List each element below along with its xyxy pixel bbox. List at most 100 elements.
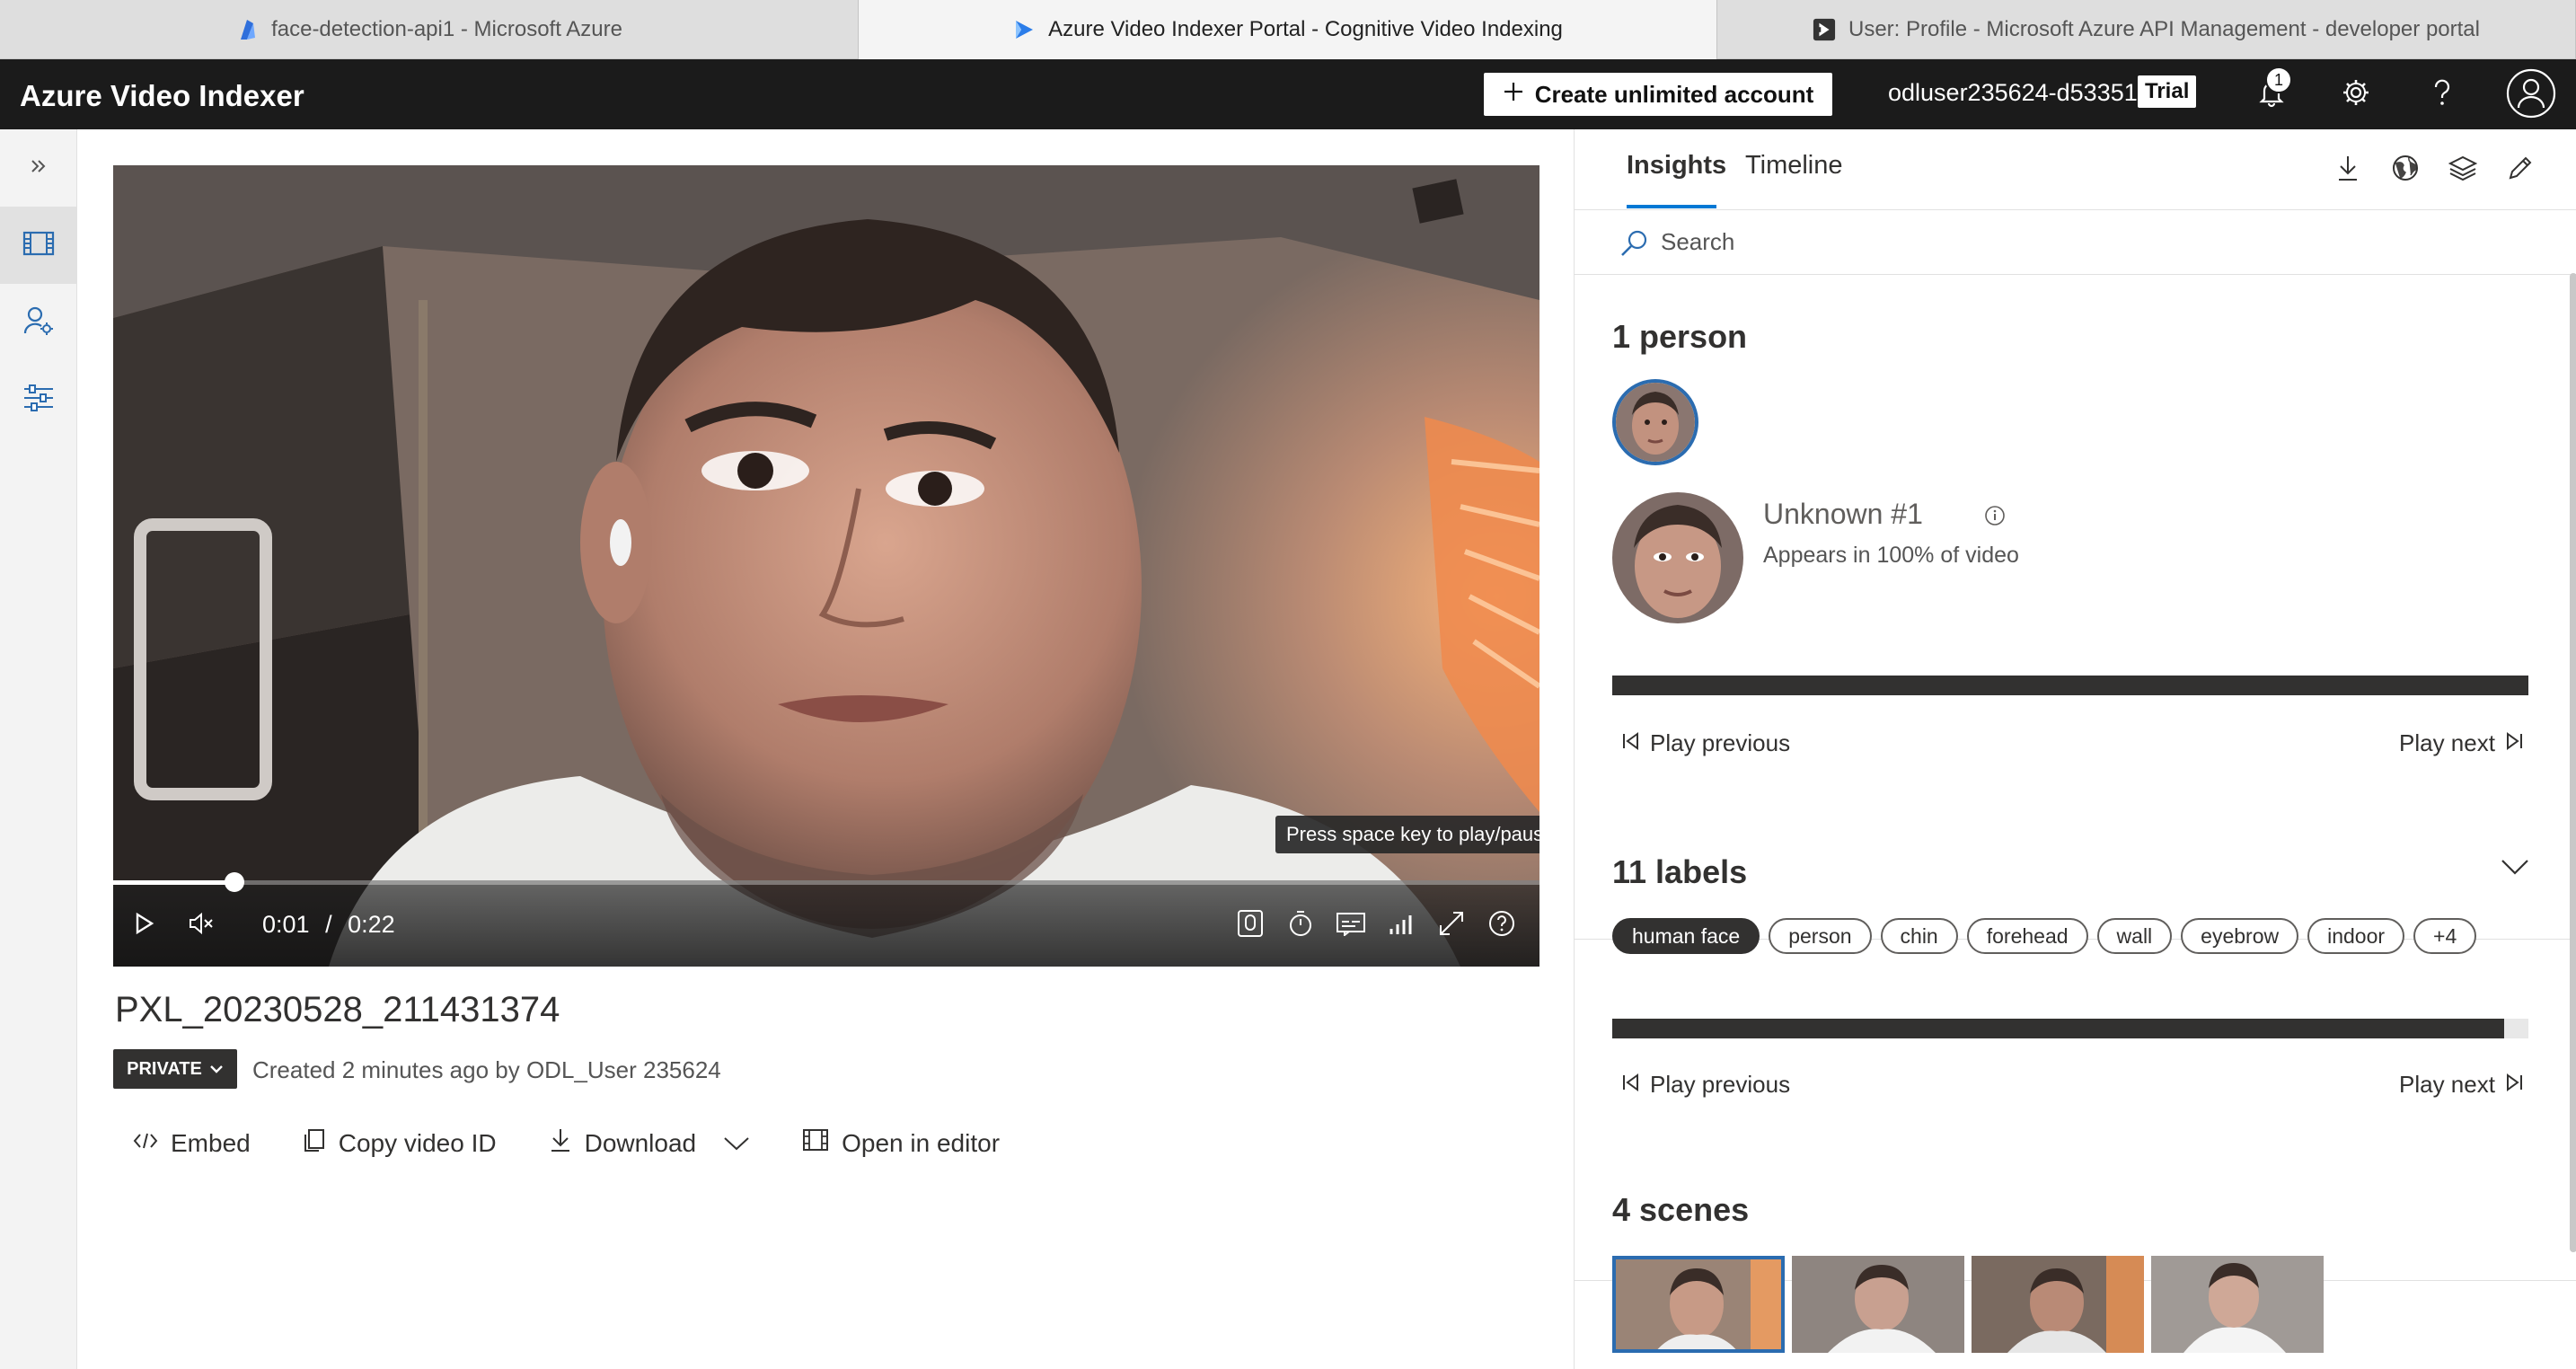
stopwatch-icon — [1287, 909, 1314, 942]
create-unlimited-account-button[interactable]: Create unlimited account — [1484, 73, 1832, 116]
person-thumbnail-selected[interactable] — [1612, 379, 1698, 465]
create-account-label: Create unlimited account — [1534, 80, 1814, 108]
created-info: Created 2 minutes ago by ODL_User 235624 — [252, 1056, 721, 1083]
labels-timeline-bar[interactable] — [1612, 1019, 2528, 1038]
layers-icon — [2448, 155, 2478, 186]
nav-model-customization[interactable] — [0, 284, 77, 361]
labels-timeline-fill — [1612, 1019, 2505, 1038]
expand-nav-button[interactable] — [0, 129, 77, 207]
search-placeholder: Search — [1661, 228, 1735, 255]
scene-thumbnail[interactable] — [1612, 1256, 1785, 1353]
scene-thumbnail[interactable] — [2151, 1256, 2324, 1353]
app-title[interactable]: Azure Video Indexer — [20, 79, 304, 113]
privacy-dropdown[interactable]: PRIVATE — [113, 1049, 237, 1089]
profile-button[interactable] — [2506, 68, 2556, 120]
sliders-icon — [22, 384, 55, 417]
video-player[interactable]: Press space key to play/pause the video … — [113, 165, 1539, 967]
skip-forward-icon — [2504, 1071, 2524, 1099]
insights-scrollbar[interactable] — [2570, 273, 2576, 1252]
chevron-down-icon — [209, 1059, 224, 1080]
download-icon — [2336, 154, 2360, 187]
video-progress-fill — [113, 880, 234, 885]
scene-thumbnail[interactable] — [1972, 1256, 2144, 1353]
settings-button[interactable] — [2337, 75, 2375, 113]
video-actions: Embed Copy video ID Download Open in edi… — [133, 1126, 1052, 1160]
fullscreen-button[interactable] — [1434, 907, 1469, 943]
video-progress-handle[interactable] — [224, 872, 244, 892]
person-play-next-button[interactable]: Play next — [2399, 729, 2524, 757]
tab-insights[interactable]: Insights — [1627, 151, 1726, 181]
time-separator: / — [325, 911, 332, 938]
globe-icon — [2391, 154, 2420, 187]
download-dropdown[interactable]: Download — [549, 1126, 751, 1160]
label-pill[interactable]: person — [1769, 918, 1872, 954]
quality-button[interactable] — [1383, 907, 1419, 943]
volume-muted-icon — [188, 911, 215, 941]
help-button[interactable] — [2423, 75, 2461, 113]
insights-search[interactable]: Search — [1575, 210, 2576, 275]
play-button[interactable] — [126, 907, 162, 943]
nav-media-files[interactable] — [0, 207, 77, 284]
label-pill[interactable]: eyebrow — [2181, 918, 2299, 954]
label-pill[interactable]: chin — [1880, 918, 1958, 954]
expand-icon — [1438, 910, 1465, 941]
video-controls: 0:01 / 0:22 — [113, 872, 1539, 967]
open-in-editor-label: Open in editor — [842, 1128, 1001, 1157]
label-pill[interactable]: indoor — [2307, 918, 2405, 954]
person-face-thumbnail[interactable] — [1612, 492, 1743, 623]
browser-tab-label: face-detection-api1 - Microsoft Azure — [271, 17, 622, 41]
label-pill[interactable]: forehead — [1966, 918, 2088, 954]
open-in-editor-button[interactable]: Open in editor — [802, 1128, 1000, 1158]
plus-icon — [1503, 81, 1524, 109]
chevron-down-icon[interactable] — [2500, 857, 2530, 881]
person-play-previous-button[interactable]: Play previous — [1621, 729, 1790, 757]
info-icon[interactable] — [1984, 505, 2006, 531]
mute-button[interactable] — [183, 907, 219, 943]
play-pause-tooltip: Press space key to play/pause the video — [1275, 816, 1539, 853]
code-icon — [133, 1129, 158, 1158]
embed-button[interactable]: Embed — [133, 1129, 251, 1158]
person-timeline-bar[interactable] — [1612, 676, 2528, 695]
app-header: Azure Video Indexer Create unlimited acc… — [0, 59, 2576, 129]
playback-speed-button[interactable] — [1283, 907, 1319, 943]
label-pill[interactable]: +4 — [2413, 918, 2477, 954]
browser-tab-api-management[interactable]: User: Profile - Microsoft Azure API Mana… — [1717, 0, 2576, 59]
browser-tab-azure[interactable]: face-detection-api1 - Microsoft Azure — [0, 0, 859, 59]
active-tab-indicator — [1627, 205, 1716, 208]
play-previous-label: Play previous — [1650, 1071, 1791, 1098]
label-pill[interactable]: human face — [1612, 918, 1760, 954]
browser-tab-video-indexer[interactable]: Azure Video Indexer Portal - Cognitive V… — [859, 0, 1717, 59]
view-layers-button[interactable] — [2444, 151, 2482, 189]
people-title: 1 person — [1612, 318, 1748, 355]
video-progress-bar[interactable] — [113, 872, 1539, 892]
edit-insights-button[interactable] — [2501, 151, 2539, 189]
chevron-down-icon — [723, 1129, 750, 1158]
captions-button[interactable] — [1333, 907, 1369, 943]
labels-play-next-button[interactable]: Play next — [2399, 1071, 2524, 1099]
audio-description-button[interactable] — [1232, 907, 1268, 943]
play-icon — [131, 911, 156, 941]
help-icon — [2429, 77, 2456, 112]
player-help-button[interactable] — [1484, 907, 1520, 943]
left-navigation-rail — [0, 129, 77, 1369]
scenes-title: 4 scenes — [1612, 1191, 1750, 1228]
scene-thumbnail[interactable] — [1792, 1256, 1964, 1353]
language-button[interactable] — [2386, 151, 2424, 189]
nav-settings-sliders[interactable] — [0, 361, 77, 438]
person-name[interactable]: Unknown #1 — [1763, 498, 1923, 531]
copy-video-id-button[interactable]: Copy video ID — [303, 1127, 497, 1159]
insights-tab-bar: Insights Timeline — [1575, 129, 2576, 210]
skip-forward-icon — [2504, 729, 2524, 757]
person-timeline-fill — [1612, 676, 2528, 695]
privacy-label: PRIVATE — [127, 1058, 202, 1079]
label-pill[interactable]: wall — [2096, 918, 2173, 954]
insights-panel: Insights Timeline Search 1 person Unknow… — [1574, 129, 2576, 1369]
labels-section — [1575, 940, 2576, 1281]
download-insights-button[interactable] — [2329, 151, 2367, 189]
video-title: PXL_20230528_211431374 — [115, 990, 560, 1029]
api-management-icon — [1813, 18, 1836, 41]
tab-timeline[interactable]: Timeline — [1745, 151, 1843, 181]
account-name[interactable]: odluser235624-d53351 — [1888, 79, 2138, 107]
labels-play-previous-button[interactable]: Play previous — [1621, 1071, 1790, 1099]
skip-back-icon — [1621, 729, 1641, 757]
